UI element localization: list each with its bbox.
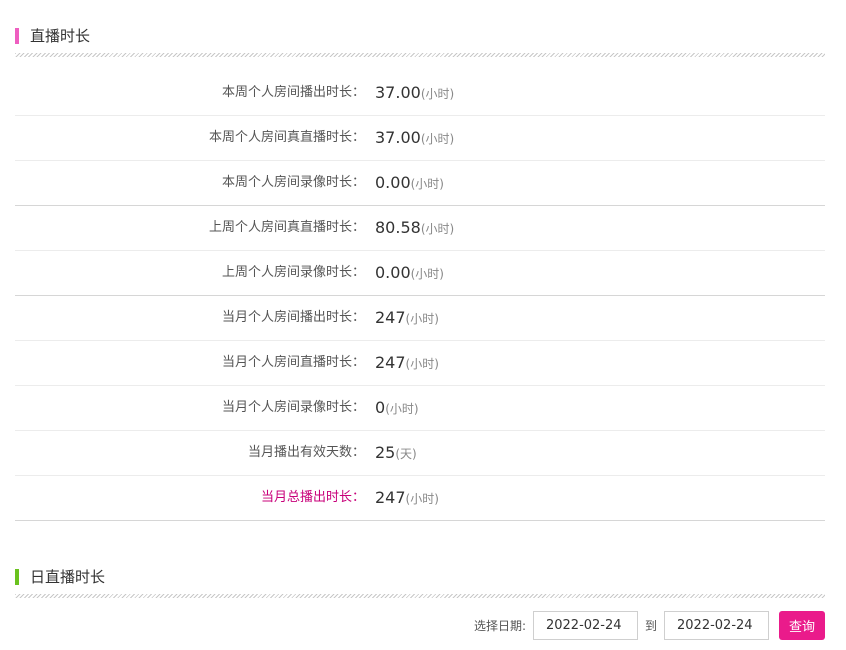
stat-unit: (小时) <box>420 87 455 101</box>
date-filter: 选择日期: 到 查询 <box>474 611 825 640</box>
section-title: 直播时长 <box>30 27 91 45</box>
stat-unit: (小时) <box>405 312 439 326</box>
date-label: 选择日期: <box>473 619 526 633</box>
stat-unit: (小时) <box>385 402 419 416</box>
stat-row-week-broadcast: 本周个人房间播出时长： 37.00(小时) <box>15 70 825 116</box>
stat-value: 0.00 <box>375 173 411 192</box>
stat-value: 247 <box>375 488 406 507</box>
stat-label: 当月个人房间播出时长： <box>221 310 365 325</box>
section-accent-bar <box>15 569 19 585</box>
section-title: 日直播时长 <box>30 568 106 586</box>
stat-unit: (小时) <box>410 267 444 281</box>
daily-duration-header: 日直播时长 <box>15 565 825 589</box>
stat-value: 25 <box>375 443 396 462</box>
stat-label: 本周个人房间播出时长： <box>221 85 365 100</box>
end-date-input[interactable] <box>664 611 769 640</box>
stat-row-week-live: 本周个人房间真直播时长： 37.00(小时) <box>15 115 825 161</box>
stat-row-month-recording: 当月个人房间录像时长： 0(小时) <box>15 385 825 431</box>
stat-label: 当月播出有效天数： <box>247 445 365 460</box>
stat-unit: (天) <box>395 447 417 461</box>
query-button[interactable]: 查询 <box>779 611 825 640</box>
stat-value: 37.00 <box>375 128 421 147</box>
stat-row-month-live: 当月个人房间直播时长： 247(小时) <box>15 340 825 386</box>
stat-label: 本周个人房间录像时长： <box>221 175 365 190</box>
section-divider <box>15 594 825 598</box>
stat-label: 当月个人房间录像时长： <box>221 400 365 415</box>
stat-row-week-recording: 本周个人房间录像时长： 0.00(小时) <box>15 160 825 206</box>
stat-row-month-broadcast: 当月个人房间播出时长： 247(小时) <box>15 295 825 341</box>
to-label: 到 <box>644 619 657 633</box>
stat-unit: (小时) <box>405 492 439 506</box>
stat-label: 本周个人房间真直播时长： <box>208 130 365 145</box>
stat-unit: (小时) <box>405 357 439 371</box>
stat-row-lastweek-live: 上周个人房间真直播时长： 80.58(小时) <box>15 205 825 251</box>
stat-unit: (小时) <box>420 132 455 146</box>
stat-row-month-total: 当月总播出时长： 247(小时) <box>15 475 825 521</box>
stat-unit: (小时) <box>410 177 444 191</box>
stat-value: 247 <box>375 308 406 327</box>
section-accent-bar <box>15 28 19 44</box>
stat-row-month-valid-days: 当月播出有效天数： 25(天) <box>15 430 825 476</box>
live-duration-header: 直播时长 <box>15 24 825 48</box>
stat-label: 当月个人房间直播时长： <box>221 355 365 370</box>
stat-value: 247 <box>375 353 406 372</box>
stat-unit: (小时) <box>420 222 455 236</box>
stat-value: 37.00 <box>375 83 421 102</box>
stat-value: 80.58 <box>375 218 421 237</box>
stat-row-lastweek-recording: 上周个人房间录像时长： 0.00(小时) <box>15 250 825 296</box>
stat-label: 上周个人房间真直播时长： <box>208 220 365 235</box>
start-date-input[interactable] <box>532 611 638 640</box>
stat-label: 上周个人房间录像时长： <box>221 265 365 280</box>
stat-label: 当月总播出时长： <box>260 490 365 505</box>
stat-value: 0 <box>375 398 386 417</box>
section-divider <box>15 53 825 57</box>
stat-value: 0.00 <box>375 263 411 282</box>
